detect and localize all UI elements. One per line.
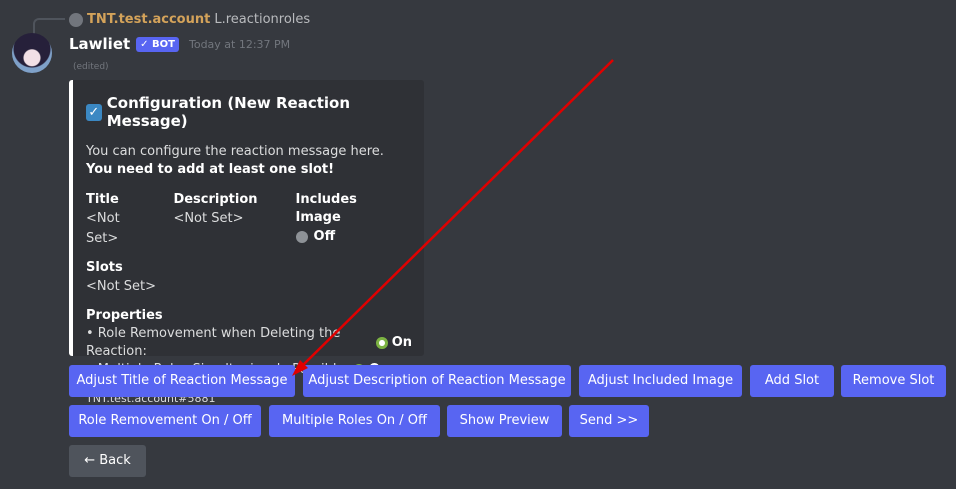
property-label: • Role Removement when Deleting the Reac… [86,326,341,359]
add-slot-button[interactable]: Add Slot [750,365,834,397]
field-includes-image-value: Off [313,229,336,244]
description-line-2: You need to add at least one slot! [86,162,335,177]
message-header: Lawliet ✓ BOT Today at 12:37 PM [69,35,290,53]
back-button[interactable]: ← Back [69,445,146,477]
username[interactable]: Lawliet [69,35,130,53]
property-value: On [391,335,412,350]
multiple-roles-toggle-button[interactable]: Multiple Roles On / Off [269,405,440,437]
adjust-title-button[interactable]: Adjust Title of Reaction Message [69,365,295,397]
reply-connector [33,18,65,34]
checkmark-icon: ✓ [86,103,102,121]
remove-slot-button[interactable]: Remove Slot [841,365,946,397]
property-item: • Role Removement when Deleting the Reac… [86,325,412,361]
embed-title: ✓ Configuration (New Reaction Message) [86,94,412,130]
edited-label: (edited) [73,62,109,72]
reply-avatar [69,12,83,27]
off-indicator-icon [295,231,308,243]
adjust-image-button[interactable]: Adjust Included Image [579,365,742,397]
slots-section: Slots <Not Set> [86,259,412,297]
embed-fields: Title <Not Set> Description <Not Set> In… [86,191,412,249]
field-includes-image-name: Includes Image [295,192,357,225]
field-description: Description <Not Set> [173,191,257,249]
slots-value: <Not Set> [86,279,157,294]
reply-reference[interactable]: TNT.test.account L.reactionroles [69,12,310,27]
on-indicator-icon [376,337,388,349]
field-includes-image-value-row: Off [295,227,374,247]
field-includes-image: Includes Image Off [295,191,374,249]
description-line-1: You can configure the reaction message h… [86,144,384,159]
field-title: Title <Not Set> [86,191,135,249]
properties-name: Properties [86,308,163,323]
bot-badge: ✓ BOT [136,36,179,52]
show-preview-button[interactable]: Show Preview [447,405,562,437]
field-description-value: <Not Set> [173,211,244,226]
embed-title-text: Configuration (New Reaction Message) [106,94,351,130]
field-title-name: Title [86,192,119,207]
embed-description: You can configure the reaction message h… [86,143,412,179]
slots-name: Slots [86,260,123,275]
reply-author[interactable]: TNT.test.account [87,12,210,27]
field-title-value: <Not Set> [86,211,120,246]
adjust-description-button[interactable]: Adjust Description of Reaction Message [303,365,571,397]
role-removement-toggle-button[interactable]: Role Removement On / Off [69,405,261,437]
embed: ✓ Configuration (New Reaction Message) Y… [69,80,424,405]
avatar[interactable] [12,33,52,73]
field-description-name: Description [173,192,258,207]
timestamp: Today at 12:37 PM [188,37,291,51]
send-button[interactable]: Send >> [569,405,649,437]
reply-content[interactable]: L.reactionroles [214,12,310,27]
